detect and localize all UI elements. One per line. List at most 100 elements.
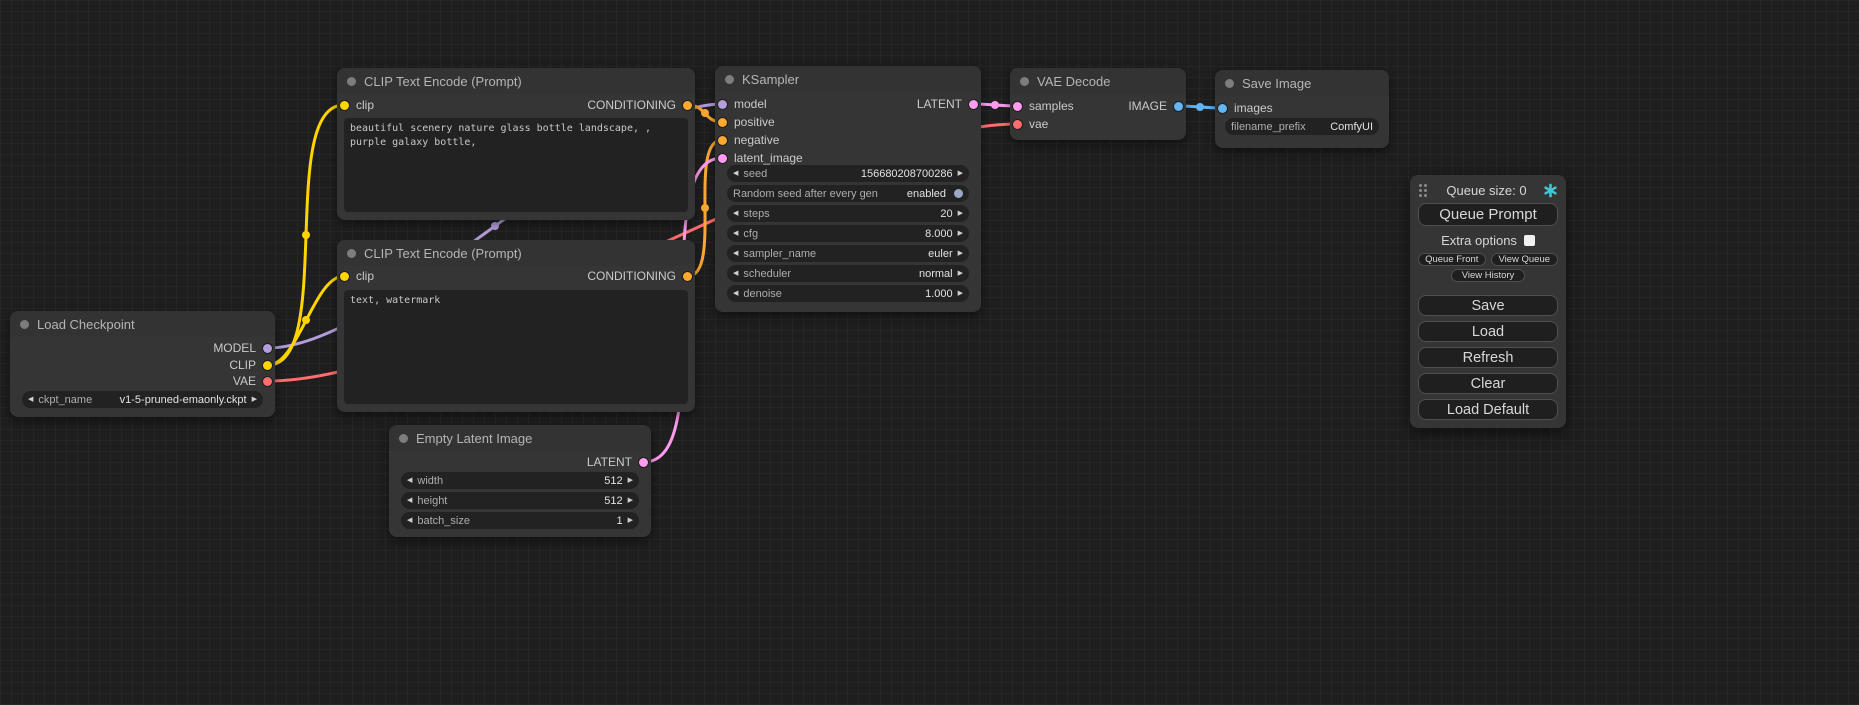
increment-arrow-icon[interactable]: ▶ xyxy=(958,170,963,177)
latent-slot-icon[interactable] xyxy=(639,458,648,467)
slot-clip-input[interactable]: clip xyxy=(340,98,374,112)
slot-positive-input[interactable]: positive xyxy=(718,115,775,129)
image-slot-icon[interactable] xyxy=(1218,104,1227,113)
slot-image-output[interactable]: IMAGE xyxy=(1128,99,1183,113)
decrement-arrow-icon[interactable]: ◀ xyxy=(407,477,412,484)
slot-model-input[interactable]: model xyxy=(718,97,767,111)
node-title-bar[interactable]: CLIP Text Encode (Prompt) xyxy=(337,68,695,94)
clip-slot-icon[interactable] xyxy=(263,361,272,370)
settings-gear-icon[interactable] xyxy=(1543,183,1558,198)
clip-slot-icon[interactable] xyxy=(340,101,349,110)
node-title-bar[interactable]: Save Image xyxy=(1215,70,1389,96)
model-slot-icon[interactable] xyxy=(718,100,727,109)
image-slot-icon[interactable] xyxy=(1174,102,1183,111)
prev-value-arrow-icon[interactable]: ◀ xyxy=(733,270,738,277)
node-vae-decode[interactable]: VAE Decode samples IMAGE vae xyxy=(1010,68,1186,140)
collapse-dot-icon[interactable] xyxy=(347,249,356,258)
widget-seed[interactable]: ◀ seed 156680208700286 ▶ xyxy=(727,165,969,182)
slot-samples-input[interactable]: samples xyxy=(1013,99,1074,113)
conditioning-slot-icon[interactable] xyxy=(683,272,692,281)
collapse-dot-icon[interactable] xyxy=(725,75,734,84)
slot-latent-output[interactable]: LATENT xyxy=(917,97,978,111)
drag-handle-icon[interactable] xyxy=(1418,183,1430,197)
slot-conditioning-output[interactable]: CONDITIONING xyxy=(587,98,692,112)
toggle-on-icon[interactable] xyxy=(954,189,963,198)
conditioning-slot-icon[interactable] xyxy=(718,118,727,127)
widget-steps[interactable]: ◀ steps 20 ▶ xyxy=(727,205,969,222)
conditioning-slot-icon[interactable] xyxy=(683,101,692,110)
latent-slot-icon[interactable] xyxy=(969,100,978,109)
widget-filename-prefix[interactable]: filename_prefix ComfyUI xyxy=(1225,118,1379,135)
decrement-arrow-icon[interactable]: ◀ xyxy=(733,230,738,237)
increment-arrow-icon[interactable]: ▶ xyxy=(628,517,633,524)
queue-front-button[interactable]: Queue Front xyxy=(1418,253,1486,266)
node-clip-text-encode-positive[interactable]: CLIP Text Encode (Prompt) clip CONDITION… xyxy=(337,68,695,220)
prev-value-arrow-icon[interactable]: ◀ xyxy=(28,396,33,403)
slot-clip-output[interactable]: CLIP xyxy=(229,358,272,372)
increment-arrow-icon[interactable]: ▶ xyxy=(628,497,633,504)
node-title-bar[interactable]: CLIP Text Encode (Prompt) xyxy=(337,240,695,266)
widget-width[interactable]: ◀ width 512 ▶ xyxy=(401,472,639,489)
latent-slot-icon[interactable] xyxy=(718,154,727,163)
vae-slot-icon[interactable] xyxy=(263,377,272,386)
widget-height[interactable]: ◀ height 512 ▶ xyxy=(401,492,639,509)
node-load-checkpoint[interactable]: Load Checkpoint MODEL CLIP VAE ◀ ckpt_na… xyxy=(10,311,275,417)
widget-batch-size[interactable]: ◀ batch_size 1 ▶ xyxy=(401,512,639,529)
queue-prompt-button[interactable]: Queue Prompt xyxy=(1418,203,1558,226)
node-save-image[interactable]: Save Image images filename_prefix ComfyU… xyxy=(1215,70,1389,148)
clear-button[interactable]: Clear xyxy=(1418,373,1558,394)
extra-options-checkbox[interactable] xyxy=(1524,235,1535,246)
prompt-textarea[interactable]: beautiful scenery nature glass bottle la… xyxy=(344,118,688,212)
view-queue-button[interactable]: View Queue xyxy=(1491,253,1559,266)
widget-random-seed-toggle[interactable]: Random seed after every gen enabled xyxy=(727,185,969,202)
decrement-arrow-icon[interactable]: ◀ xyxy=(733,290,738,297)
collapse-dot-icon[interactable] xyxy=(399,434,408,443)
slot-images-input[interactable]: images xyxy=(1218,101,1273,115)
decrement-arrow-icon[interactable]: ◀ xyxy=(733,210,738,217)
increment-arrow-icon[interactable]: ▶ xyxy=(958,210,963,217)
node-title-bar[interactable]: KSampler xyxy=(715,66,981,92)
decrement-arrow-icon[interactable]: ◀ xyxy=(733,170,738,177)
collapse-dot-icon[interactable] xyxy=(1020,77,1029,86)
model-slot-icon[interactable] xyxy=(263,344,272,353)
collapse-dot-icon[interactable] xyxy=(20,320,29,329)
next-value-arrow-icon[interactable]: ▶ xyxy=(252,396,257,403)
node-clip-text-encode-negative[interactable]: CLIP Text Encode (Prompt) clip CONDITION… xyxy=(337,240,695,412)
slot-latent-output[interactable]: LATENT xyxy=(587,455,648,469)
increment-arrow-icon[interactable]: ▶ xyxy=(958,230,963,237)
vae-slot-icon[interactable] xyxy=(1013,120,1022,129)
slot-vae-output[interactable]: VAE xyxy=(233,374,272,388)
refresh-button[interactable]: Refresh xyxy=(1418,347,1558,368)
view-history-button[interactable]: View History xyxy=(1451,269,1525,282)
increment-arrow-icon[interactable]: ▶ xyxy=(628,477,633,484)
load-button[interactable]: Load xyxy=(1418,321,1558,342)
widget-scheduler[interactable]: ◀ scheduler normal ▶ xyxy=(727,265,969,282)
slot-vae-input[interactable]: vae xyxy=(1013,117,1048,131)
widget-denoise[interactable]: ◀ denoise 1.000 ▶ xyxy=(727,285,969,302)
load-default-button[interactable]: Load Default xyxy=(1418,399,1558,420)
collapse-dot-icon[interactable] xyxy=(347,77,356,86)
clip-slot-icon[interactable] xyxy=(340,272,349,281)
slot-model-output[interactable]: MODEL xyxy=(213,341,272,355)
node-title-bar[interactable]: Empty Latent Image xyxy=(389,425,651,451)
node-empty-latent-image[interactable]: Empty Latent Image LATENT ◀ width 512 ▶ … xyxy=(389,425,651,537)
prompt-textarea[interactable]: text, watermark xyxy=(344,290,688,404)
slot-latent-image-input[interactable]: latent_image xyxy=(718,151,803,165)
collapse-dot-icon[interactable] xyxy=(1225,79,1234,88)
widget-sampler-name[interactable]: ◀ sampler_name euler ▶ xyxy=(727,245,969,262)
latent-slot-icon[interactable] xyxy=(1013,102,1022,111)
node-graph-canvas[interactable]: Load Checkpoint MODEL CLIP VAE ◀ ckpt_na… xyxy=(0,0,1859,705)
widget-cfg[interactable]: ◀ cfg 8.000 ▶ xyxy=(727,225,969,242)
node-title-bar[interactable]: Load Checkpoint xyxy=(10,311,275,337)
slot-negative-input[interactable]: negative xyxy=(718,133,779,147)
increment-arrow-icon[interactable]: ▶ xyxy=(958,290,963,297)
next-value-arrow-icon[interactable]: ▶ xyxy=(958,270,963,277)
next-value-arrow-icon[interactable]: ▶ xyxy=(958,250,963,257)
node-ksampler[interactable]: KSampler model LATENT positive negative … xyxy=(715,66,981,312)
conditioning-slot-icon[interactable] xyxy=(718,136,727,145)
widget-ckpt-name[interactable]: ◀ ckpt_name v1-5-pruned-emaonly.ckpt ▶ xyxy=(22,391,263,408)
prev-value-arrow-icon[interactable]: ◀ xyxy=(733,250,738,257)
slot-conditioning-output[interactable]: CONDITIONING xyxy=(587,269,692,283)
save-button[interactable]: Save xyxy=(1418,295,1558,316)
slot-clip-input[interactable]: clip xyxy=(340,269,374,283)
